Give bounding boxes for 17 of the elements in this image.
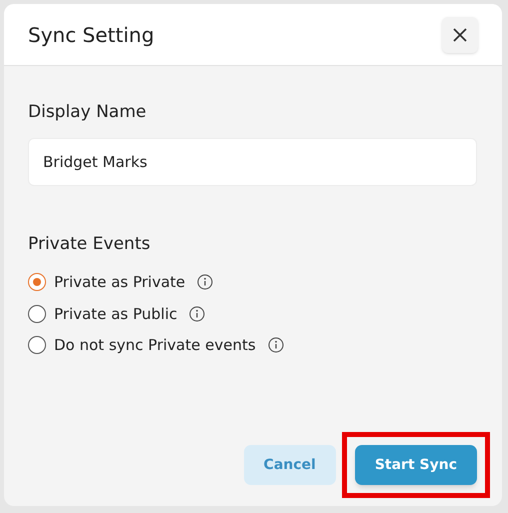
field-label: Display Name <box>28 101 148 124</box>
info-icon[interactable] <box>197 274 214 290</box>
radio-button[interactable] <box>28 304 46 323</box>
radio-button[interactable] <box>28 273 46 292</box>
section-label: Private Events <box>28 232 152 256</box>
close-button[interactable] <box>442 16 478 52</box>
close-icon <box>451 26 469 44</box>
dialog-title: Sync Setting <box>28 22 154 48</box>
cancel-button[interactable]: Cancel <box>244 445 336 485</box>
start-sync-button[interactable]: Start Sync <box>354 445 477 485</box>
info-icon[interactable] <box>189 306 206 322</box>
radio-label: Private as Public <box>54 304 178 324</box>
info-icon[interactable] <box>268 337 284 354</box>
display-name-field[interactable]: Bridget Marks <box>28 138 477 186</box>
radio-label: Do not sync Private events <box>54 335 256 356</box>
radio-label: Private as Private <box>54 272 186 293</box>
radio-button[interactable] <box>28 336 46 354</box>
